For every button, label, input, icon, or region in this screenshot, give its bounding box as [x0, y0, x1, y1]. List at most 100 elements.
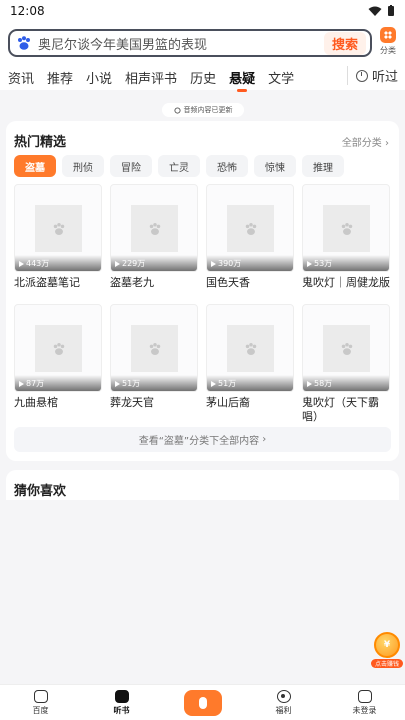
book-item[interactable]: 443万 北派盗墓笔记: [14, 184, 102, 296]
tab-crosstalk[interactable]: 相声评书: [125, 68, 177, 87]
update-notice-text: 音频内容已更新: [183, 106, 233, 114]
paw-icon: [245, 222, 256, 235]
play-count: 53万: [307, 258, 332, 269]
microphone-icon: [198, 696, 207, 709]
search-box[interactable]: 奥尼尔谈今年美国男篮的表现 搜索: [8, 29, 372, 57]
play-count: 51万: [211, 378, 236, 389]
update-notice: 音频内容已更新: [162, 103, 244, 117]
search-button[interactable]: 搜索: [323, 31, 366, 55]
tab-suspense[interactable]: 悬疑: [229, 68, 255, 92]
nav-profile[interactable]: 未登录: [324, 685, 405, 720]
play-count-value: 390万: [218, 259, 242, 268]
play-count: 51万: [115, 378, 140, 389]
tab-history[interactable]: 历史: [190, 68, 216, 87]
book-cover[interactable]: 58万: [302, 304, 390, 392]
play-count: 87万: [19, 378, 44, 389]
play-icon: [211, 380, 216, 387]
paw-icon: [245, 342, 256, 355]
voice-search-button[interactable]: [183, 689, 222, 716]
play-count-value: 443万: [26, 259, 50, 268]
book-title[interactable]: 葬龙天官: [110, 396, 198, 410]
paw-icon: [149, 222, 160, 235]
play-count-value: 53万: [314, 259, 333, 268]
listened-label: 听过: [371, 70, 398, 85]
placeholder-image: [323, 205, 370, 252]
placeholder-image: [323, 325, 370, 372]
book-cover[interactable]: 229万: [110, 184, 198, 272]
book-title[interactable]: 鬼吹灯｜周健龙版: [302, 276, 390, 290]
play-count: 443万: [19, 258, 49, 269]
headphone-coin-icon: ¥: [374, 632, 400, 658]
chevron-right-icon: ›: [385, 138, 389, 149]
tab-recommend[interactable]: 推荐: [47, 68, 73, 87]
all-categories-link[interactable]: 全部分类 ›: [342, 134, 389, 149]
book-title[interactable]: 盗墓老九: [110, 276, 198, 290]
book-item[interactable]: 87万 九曲悬棺: [14, 304, 102, 416]
placeholder-image: [227, 325, 274, 372]
play-count-value: 229万: [122, 259, 146, 268]
status-time: 12:08: [10, 4, 45, 18]
play-icon: [307, 380, 312, 387]
play-count: 58万: [307, 378, 332, 389]
search-input[interactable]: 奥尼尔谈今年美国男篮的表现: [38, 34, 324, 53]
baidu-paw-icon: [18, 36, 30, 50]
chevron-right-icon: ›: [259, 434, 267, 445]
tab-literature[interactable]: 文学: [268, 68, 294, 87]
play-icon: [19, 260, 24, 267]
profile-icon: [357, 689, 372, 703]
floating-reward-widget[interactable]: ¥ 点击赚钱: [371, 632, 403, 668]
book-item[interactable]: 229万 盗墓老九: [110, 184, 198, 296]
paw-icon: [53, 342, 64, 355]
book-item[interactable]: 58万 鬼吹灯（天下霸唱）: [302, 304, 390, 423]
play-icon: [19, 380, 24, 387]
book-title[interactable]: 北派盗墓笔记: [14, 276, 102, 290]
book-title[interactable]: 茅山后裔: [206, 396, 294, 410]
book-cover[interactable]: 443万: [14, 184, 102, 272]
book-title[interactable]: 九曲悬棺: [14, 396, 102, 410]
book-item[interactable]: 390万 国色天香: [206, 184, 294, 296]
header: 奥尼尔谈今年美国男篮的表现 搜索 分类 资讯 推荐 小说 相声评书 历史 悬疑 …: [0, 22, 405, 92]
listened-history-tab[interactable]: 听过: [346, 66, 398, 85]
chip-thriller[interactable]: 惊悚: [254, 155, 296, 177]
refresh-icon: [173, 106, 181, 114]
hot-picks-card: 热门精选 全部分类 › 盗墓 刑侦 冒险 亡灵 恐怖 惊悚 推理 443万 北派…: [6, 121, 399, 461]
chip-horror[interactable]: 恐怖: [206, 155, 248, 177]
book-grid: 443万 北派盗墓笔记 229万 盗墓老九 390万 国色天香 53万 鬼吹灯｜…: [14, 184, 392, 423]
search-row: 奥尼尔谈今年美国男篮的表现 搜索 分类: [8, 27, 400, 58]
tab-news[interactable]: 资讯: [8, 68, 34, 87]
nav-welfare[interactable]: 福利: [243, 685, 324, 720]
book-item[interactable]: 51万 葬龙天官: [110, 304, 198, 416]
play-count: 229万: [115, 258, 145, 269]
book-cover[interactable]: 51万: [206, 304, 294, 392]
book-item[interactable]: 53万 鬼吹灯｜周健龙版: [302, 184, 390, 296]
category-button[interactable]: 分类: [376, 27, 400, 56]
chip-adventure[interactable]: 冒险: [110, 155, 152, 177]
nav-audiobook[interactable]: 听书: [81, 685, 162, 720]
chip-tomb-raiding[interactable]: 盗墓: [14, 155, 56, 177]
play-icon: [115, 380, 120, 387]
genre-chips: 盗墓 刑侦 冒险 亡灵 恐怖 惊悚 推理: [14, 155, 344, 177]
wifi-icon: [368, 6, 382, 16]
paw-icon: [341, 222, 352, 235]
nav-baidu[interactable]: 百度: [0, 685, 81, 720]
chip-criminal[interactable]: 刑侦: [62, 155, 104, 177]
clock-icon: [355, 69, 368, 82]
book-cover[interactable]: 390万: [206, 184, 294, 272]
book-title[interactable]: 鬼吹灯（天下霸唱）: [302, 396, 390, 424]
play-count-value: 58万: [314, 379, 333, 388]
tab-novel[interactable]: 小说: [86, 68, 112, 87]
play-count: 390万: [211, 258, 241, 269]
book-item[interactable]: 51万 茅山后裔: [206, 304, 294, 416]
book-title[interactable]: 国色天香: [206, 276, 294, 290]
chip-mystery[interactable]: 推理: [302, 155, 344, 177]
book-cover[interactable]: 53万: [302, 184, 390, 272]
placeholder-image: [35, 325, 82, 372]
nav-label: 福利: [275, 705, 292, 715]
nav-voice[interactable]: [162, 685, 243, 720]
book-cover[interactable]: 51万: [110, 304, 198, 392]
guess-you-like-card: 猜你喜欢: [6, 470, 399, 500]
chip-undead[interactable]: 亡灵: [158, 155, 200, 177]
view-all-category-button[interactable]: 查看“盗墓”分类下全部内容 ›: [14, 427, 391, 452]
book-cover[interactable]: 87万: [14, 304, 102, 392]
nav-label: 未登录: [352, 705, 377, 715]
